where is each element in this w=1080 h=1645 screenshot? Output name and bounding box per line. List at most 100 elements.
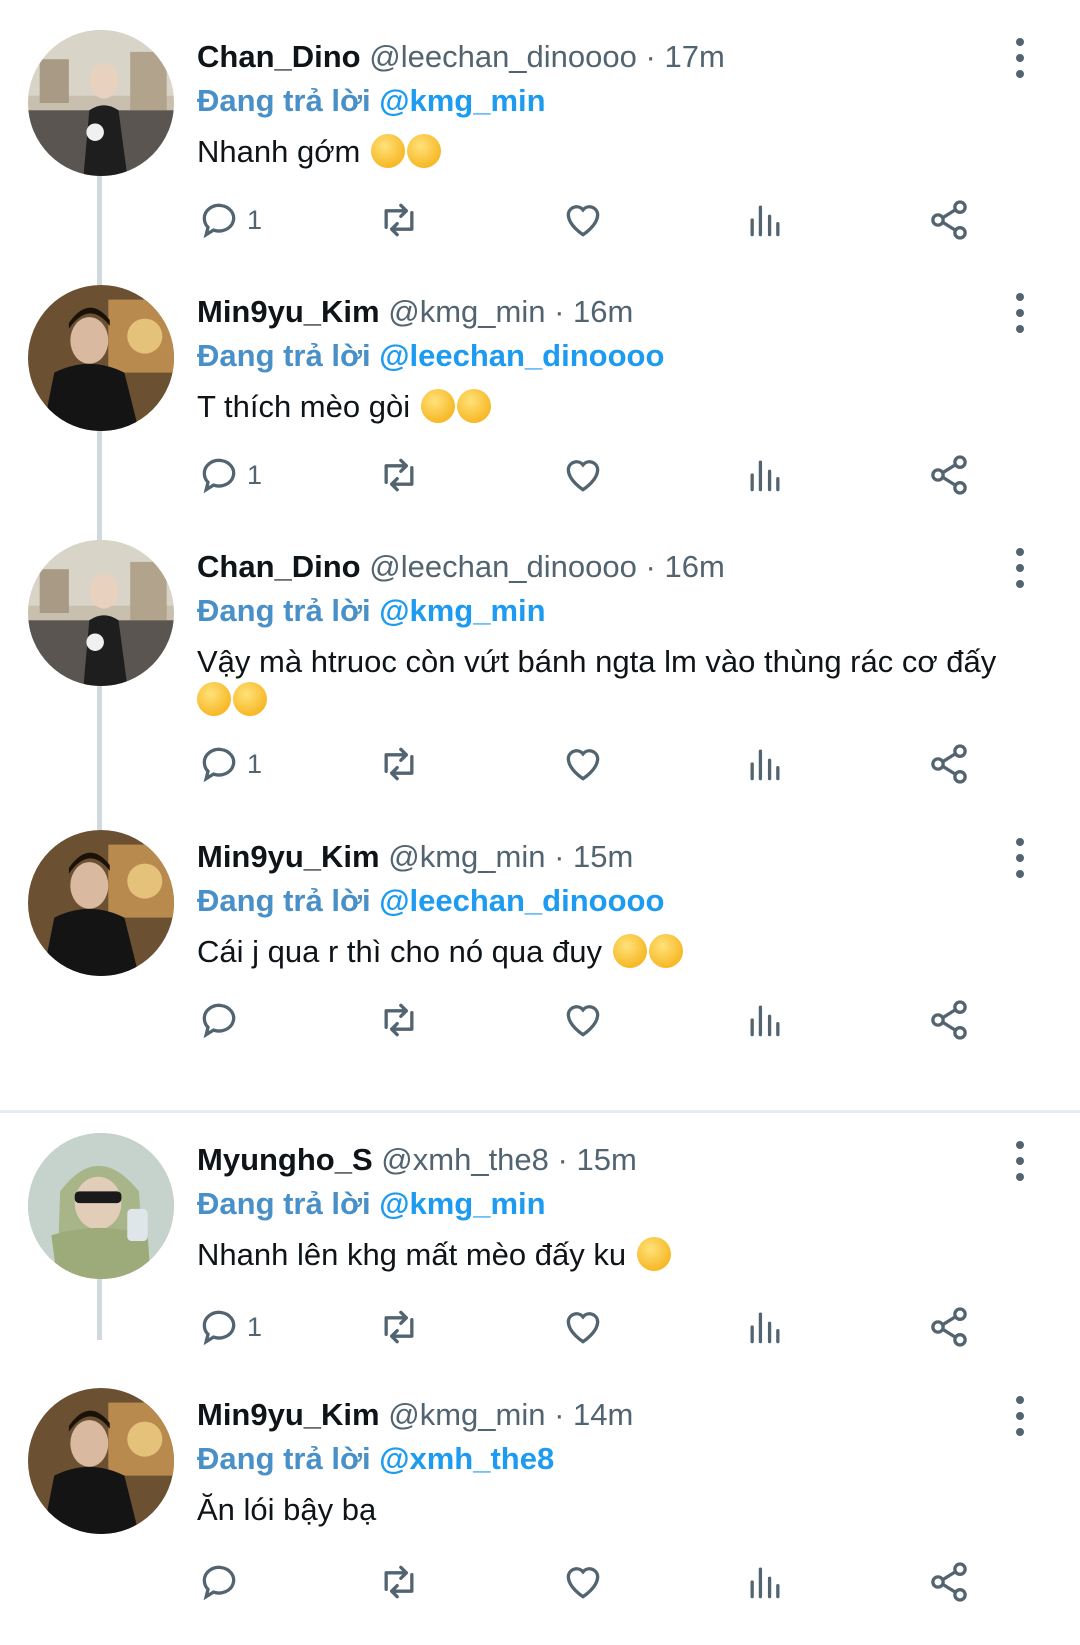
reply-context: Đang trả lời @leechan_dinoooo xyxy=(197,337,664,375)
like-button[interactable] xyxy=(561,196,605,244)
tweet-text: Ăn lói bậy bạ xyxy=(197,1491,1027,1529)
timestamp[interactable]: 15m xyxy=(573,839,633,874)
views-icon xyxy=(750,749,780,781)
display-name[interactable]: Min9yu_Kim xyxy=(197,1397,380,1432)
reply-prefix: Đang trả lời xyxy=(197,593,371,628)
retweet-button[interactable] xyxy=(377,1303,421,1351)
like-button[interactable] xyxy=(561,1558,605,1606)
separator-dot: · xyxy=(554,1397,565,1432)
views-icon xyxy=(750,460,780,492)
reply-to-handle[interactable]: @leechan_dinoooo xyxy=(379,338,664,373)
share-button[interactable] xyxy=(927,1303,971,1351)
views-button[interactable] xyxy=(743,996,787,1044)
display-name[interactable]: Myungho_S xyxy=(197,1142,373,1177)
display-name[interactable]: Min9yu_Kim xyxy=(197,839,380,874)
share-button[interactable] xyxy=(927,196,971,244)
timestamp[interactable]: 14m xyxy=(573,1397,633,1432)
user-handle[interactable]: @kmg_min xyxy=(388,1397,545,1432)
reply-prefix: Đang trả lời xyxy=(197,1441,371,1476)
user-handle[interactable]: @kmg_min xyxy=(388,839,545,874)
like-button[interactable] xyxy=(561,451,605,499)
timestamp[interactable]: 17m xyxy=(664,39,724,74)
reply-button[interactable] xyxy=(197,1558,247,1606)
retweet-button[interactable] xyxy=(377,996,421,1044)
reply-to-handle[interactable]: @xmh_the8 xyxy=(379,1441,554,1476)
timestamp[interactable]: 15m xyxy=(576,1142,636,1177)
reply-to-handle[interactable]: @kmg_min xyxy=(379,1186,545,1221)
reply-prefix: Đang trả lời xyxy=(197,338,371,373)
avatar-image xyxy=(28,30,174,176)
views-icon xyxy=(750,1312,780,1344)
avatar[interactable] xyxy=(28,540,174,686)
separator-dot: · xyxy=(645,549,656,584)
share-icon xyxy=(931,1562,967,1602)
share-button[interactable] xyxy=(927,1558,971,1606)
kissing-emoji xyxy=(456,389,491,423)
reply-button[interactable]: 1 xyxy=(197,740,262,788)
like-button[interactable] xyxy=(561,996,605,1044)
views-button[interactable] xyxy=(743,451,787,499)
share-button[interactable] xyxy=(927,451,971,499)
reply-button[interactable] xyxy=(197,996,247,1044)
views-icon xyxy=(750,1567,780,1599)
separator-dot: · xyxy=(557,1142,568,1177)
views-button[interactable] xyxy=(743,740,787,788)
reply-to-handle[interactable]: @kmg_min xyxy=(379,83,545,118)
avatar[interactable] xyxy=(28,830,174,976)
like-button[interactable] xyxy=(561,1303,605,1351)
tweet[interactable]: Chan_Dino @leechan_dinoooo · 17m Đang tr… xyxy=(0,0,1080,255)
user-handle[interactable]: @xmh_the8 xyxy=(381,1142,549,1177)
reply-button[interactable]: 1 xyxy=(197,451,262,499)
display-name[interactable]: Chan_Dino xyxy=(197,39,361,74)
like-button[interactable] xyxy=(561,740,605,788)
retweet-button[interactable] xyxy=(377,451,421,499)
more-options-button[interactable] xyxy=(1010,1396,1030,1436)
timestamp[interactable]: 16m xyxy=(573,294,633,329)
retweet-button[interactable] xyxy=(377,740,421,788)
pensive-emoji xyxy=(648,934,683,968)
views-icon xyxy=(750,1005,780,1037)
views-button[interactable] xyxy=(743,196,787,244)
avatar[interactable] xyxy=(28,1133,174,1279)
avatar[interactable] xyxy=(28,30,174,176)
avatar-image xyxy=(28,285,174,431)
views-button[interactable] xyxy=(743,1303,787,1351)
user-handle[interactable]: @leechan_dinoooo xyxy=(369,549,637,584)
reply-button[interactable]: 1 xyxy=(197,1303,262,1351)
reply-to-handle[interactable]: @kmg_min xyxy=(379,593,545,628)
more-options-button[interactable] xyxy=(1010,38,1030,78)
share-button[interactable] xyxy=(927,740,971,788)
views-button[interactable] xyxy=(743,1558,787,1606)
avatar[interactable] xyxy=(28,285,174,431)
more-options-button[interactable] xyxy=(1010,293,1030,333)
display-name[interactable]: Min9yu_Kim xyxy=(197,294,380,329)
views-icon xyxy=(750,205,780,237)
reply-to-handle[interactable]: @leechan_dinoooo xyxy=(379,883,664,918)
share-icon xyxy=(931,455,967,495)
tweet[interactable]: Min9yu_Kim @kmg_min · 15m Đang trả lời @… xyxy=(0,800,1080,1110)
share-button[interactable] xyxy=(927,996,971,1044)
action-bar xyxy=(197,996,1037,1044)
reply-context: Đang trả lời @kmg_min xyxy=(197,82,546,120)
user-handle[interactable]: @leechan_dinoooo xyxy=(369,39,637,74)
tweet[interactable]: Chan_Dino @leechan_dinoooo · 16m Đang tr… xyxy=(0,510,1080,800)
user-handle[interactable]: @kmg_min xyxy=(388,294,545,329)
avatar[interactable] xyxy=(28,1388,174,1534)
retweet-button[interactable] xyxy=(377,196,421,244)
reply-count: 1 xyxy=(247,204,263,235)
avatar-image xyxy=(28,1388,174,1534)
more-options-button[interactable] xyxy=(1010,838,1030,878)
tweet[interactable]: Min9yu_Kim @kmg_min · 14m Đang trả lời @… xyxy=(0,1358,1080,1645)
tweet[interactable]: Min9yu_Kim @kmg_min · 16m Đang trả lời @… xyxy=(0,255,1080,510)
reply-icon xyxy=(202,747,236,783)
tweet[interactable]: Myungho_S @xmh_the8 · 15m Đang trả lời @… xyxy=(0,1103,1080,1373)
timestamp[interactable]: 16m xyxy=(664,549,724,584)
retweet-icon xyxy=(384,1003,414,1037)
more-options-button[interactable] xyxy=(1010,548,1030,588)
avatar-image xyxy=(28,1133,174,1279)
more-options-button[interactable] xyxy=(1010,1141,1030,1181)
reply-button[interactable]: 1 xyxy=(197,196,262,244)
display-name[interactable]: Chan_Dino xyxy=(197,549,361,584)
tweet-header: Min9yu_Kim @kmg_min · 15m xyxy=(197,838,633,876)
retweet-button[interactable] xyxy=(377,1558,421,1606)
